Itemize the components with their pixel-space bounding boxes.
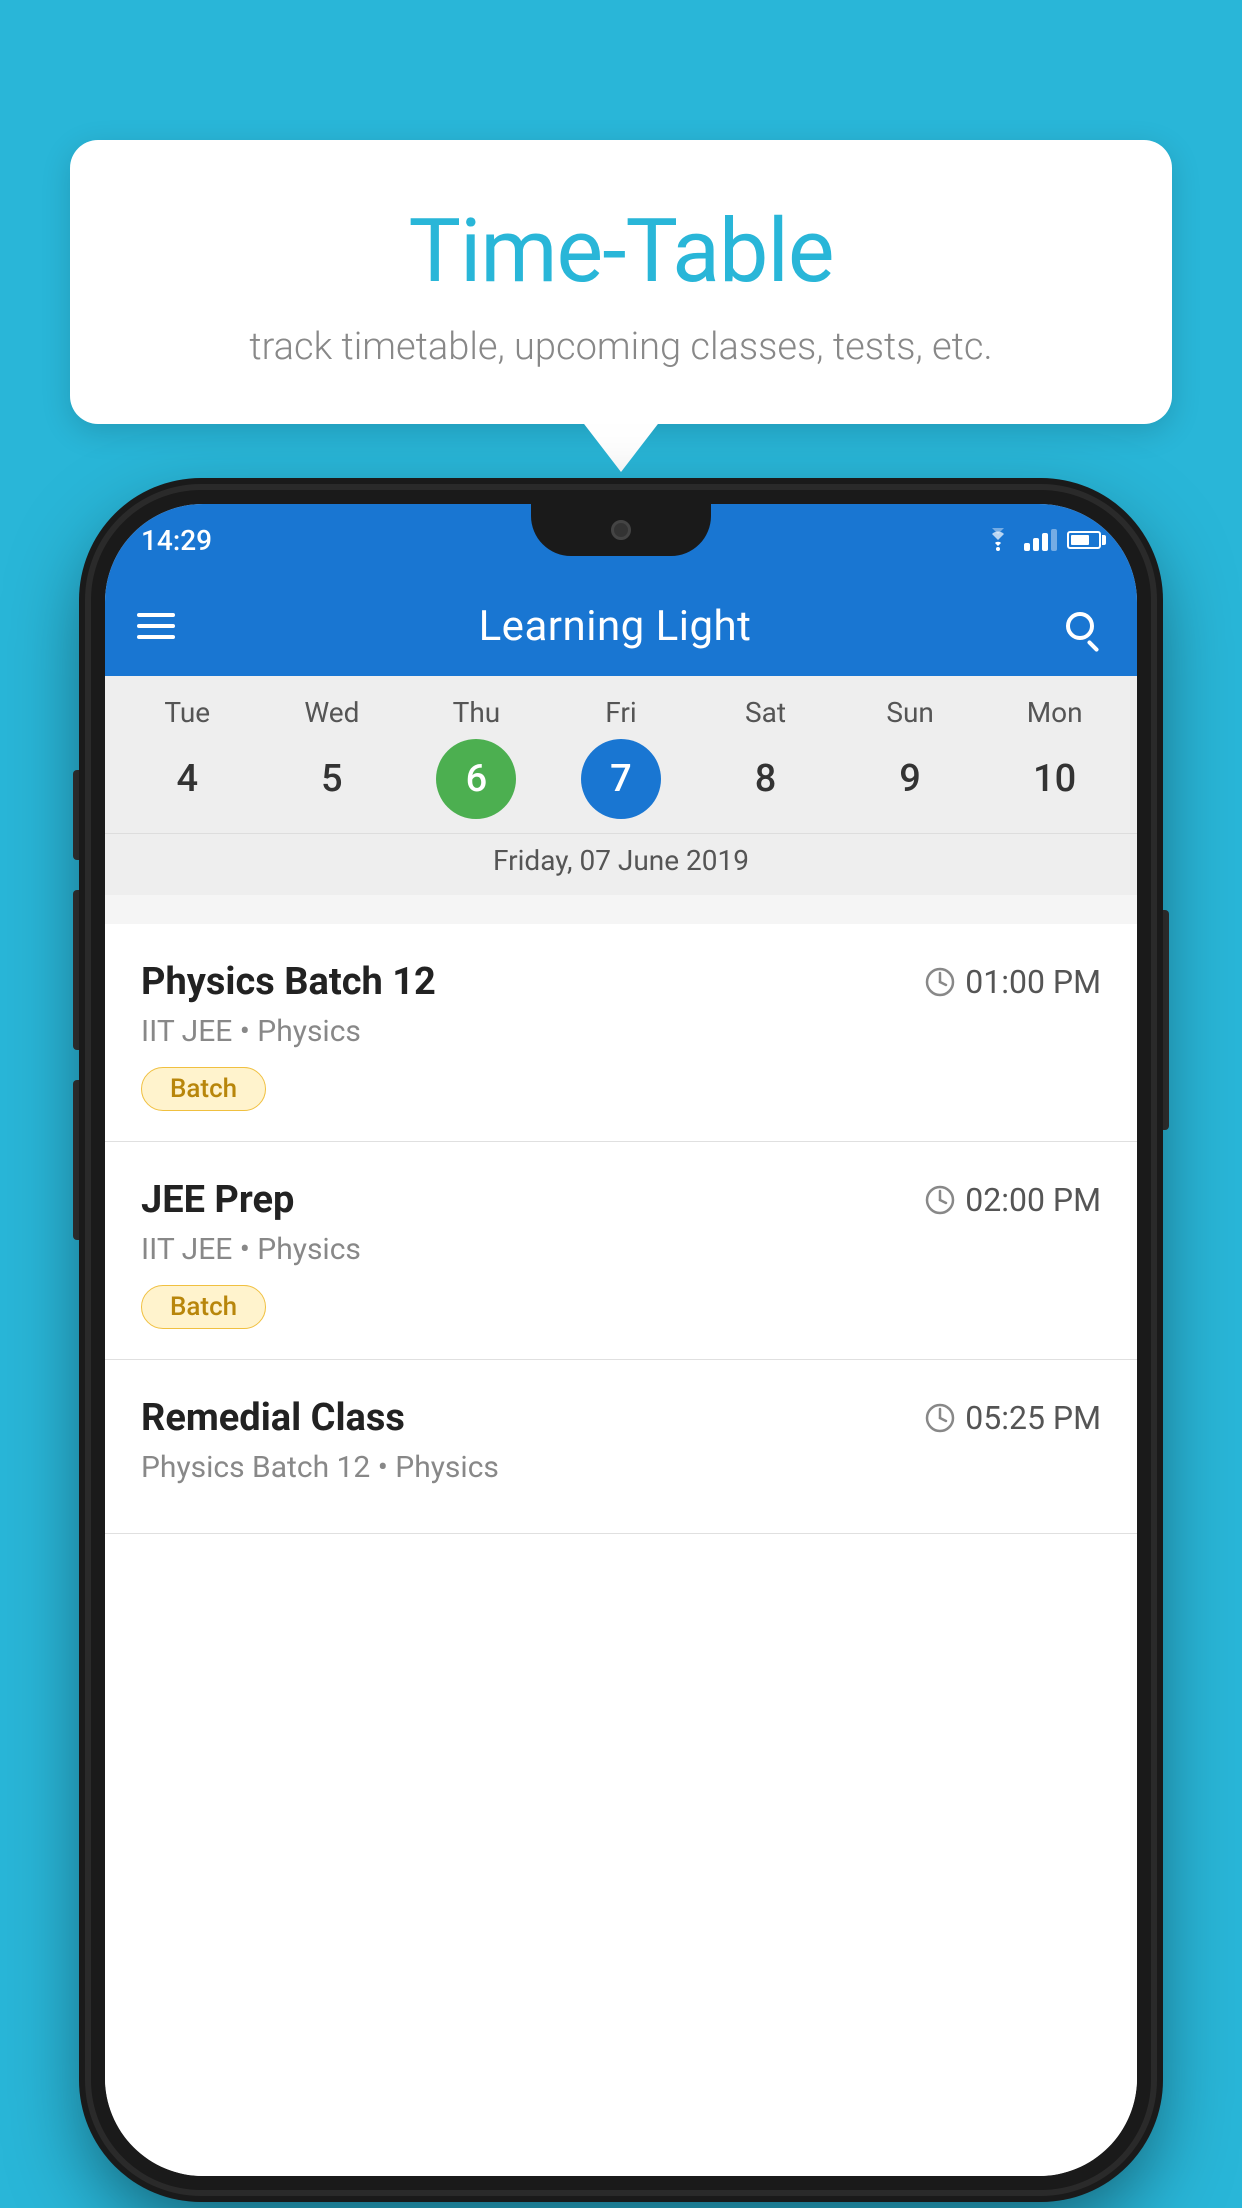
class-subtitle-2: Physics Batch 12 • Physics: [141, 1450, 1101, 1485]
day-header-fri: Fri: [571, 696, 671, 729]
calendar-strip: Tue Wed Thu Fri Sat Sun Mon 456789 10 Friday, 0…: [105, 676, 1137, 895]
tooltip-card: Time-Table track timetable, upcoming cla…: [70, 140, 1172, 424]
mute-button: [73, 1080, 87, 1240]
tooltip-title: Time-Table: [120, 200, 1122, 303]
background: Time-Table track timetable, upcoming cla…: [0, 0, 1242, 2208]
clock-icon-1: [925, 1185, 955, 1215]
camera: [611, 520, 631, 540]
day-header-sat: Sat: [716, 696, 816, 729]
class-time-2: 05:25 PM: [925, 1399, 1101, 1437]
day-numbers: 456789 10: [105, 739, 1137, 819]
hamburger-menu-button[interactable]: [137, 613, 175, 639]
day-header-wed: Wed: [282, 696, 382, 729]
hamburger-line-2: [137, 624, 175, 628]
power-button: [1155, 910, 1169, 1130]
day-number-4[interactable]: 4: [147, 739, 227, 819]
class-time-0: 01:00 PM: [925, 963, 1101, 1001]
batch-badge-0: Batch: [141, 1067, 266, 1111]
day-header-mon: Mon: [1005, 696, 1105, 729]
notch: [531, 504, 711, 556]
class-item-2[interactable]: Remedial Class 05:25 PM Physics Batch 12…: [105, 1360, 1137, 1534]
class-item-0[interactable]: Physics Batch 12 01:00 PM IIT JEE • Phys…: [105, 924, 1137, 1142]
class-list: Physics Batch 12 01:00 PM IIT JEE • Phys…: [105, 924, 1137, 2176]
phone-frame: 14:29: [91, 490, 1151, 2190]
day-header-tue: Tue: [137, 696, 237, 729]
class-name-2: Remedial Class: [141, 1396, 405, 1440]
status-time: 14:29: [141, 524, 212, 557]
volume-up-button: [73, 770, 87, 860]
volume-down-button: [73, 890, 87, 1050]
selected-date-label: Friday, 07 June 2019: [105, 833, 1137, 895]
day-header-thu: Thu: [426, 696, 526, 729]
class-time-1: 02:00 PM: [925, 1181, 1101, 1219]
day-number-6[interactable]: 6: [436, 739, 516, 819]
search-icon: [1066, 612, 1094, 640]
toolbar: Learning Light: [105, 576, 1137, 676]
signal-icon: [1024, 529, 1057, 551]
status-icons: [982, 528, 1101, 552]
day-number-10[interactable]: 10: [1015, 739, 1095, 819]
day-headers: Tue Wed Thu Fri Sat Sun Mon: [105, 696, 1137, 729]
search-button[interactable]: [1055, 601, 1105, 651]
day-number-9[interactable]: 9: [870, 739, 950, 819]
class-item-1[interactable]: JEE Prep 02:00 PM IIT JEE • Physics Batc…: [105, 1142, 1137, 1360]
tooltip-subtitle: track timetable, upcoming classes, tests…: [120, 325, 1122, 369]
status-bar: 14:29: [105, 504, 1137, 576]
day-header-sun: Sun: [860, 696, 960, 729]
app-title: Learning Light: [175, 602, 1055, 651]
class-name-1: JEE Prep: [141, 1178, 294, 1222]
battery-icon: [1067, 531, 1101, 549]
class-subtitle-1: IIT JEE • Physics: [141, 1232, 1101, 1267]
class-name-0: Physics Batch 12: [141, 960, 436, 1004]
day-number-8[interactable]: 8: [726, 739, 806, 819]
hamburger-line-1: [137, 613, 175, 617]
day-number-5[interactable]: 5: [292, 739, 372, 819]
class-subtitle-0: IIT JEE • Physics: [141, 1014, 1101, 1049]
batch-badge-1: Batch: [141, 1285, 266, 1329]
phone-screen: 14:29: [105, 504, 1137, 2176]
clock-icon-2: [925, 1403, 955, 1433]
wifi-icon: [982, 528, 1014, 552]
day-number-7[interactable]: 7: [581, 739, 661, 819]
hamburger-line-3: [137, 635, 175, 639]
clock-icon-0: [925, 967, 955, 997]
phone-container: 14:29: [91, 490, 1151, 2190]
